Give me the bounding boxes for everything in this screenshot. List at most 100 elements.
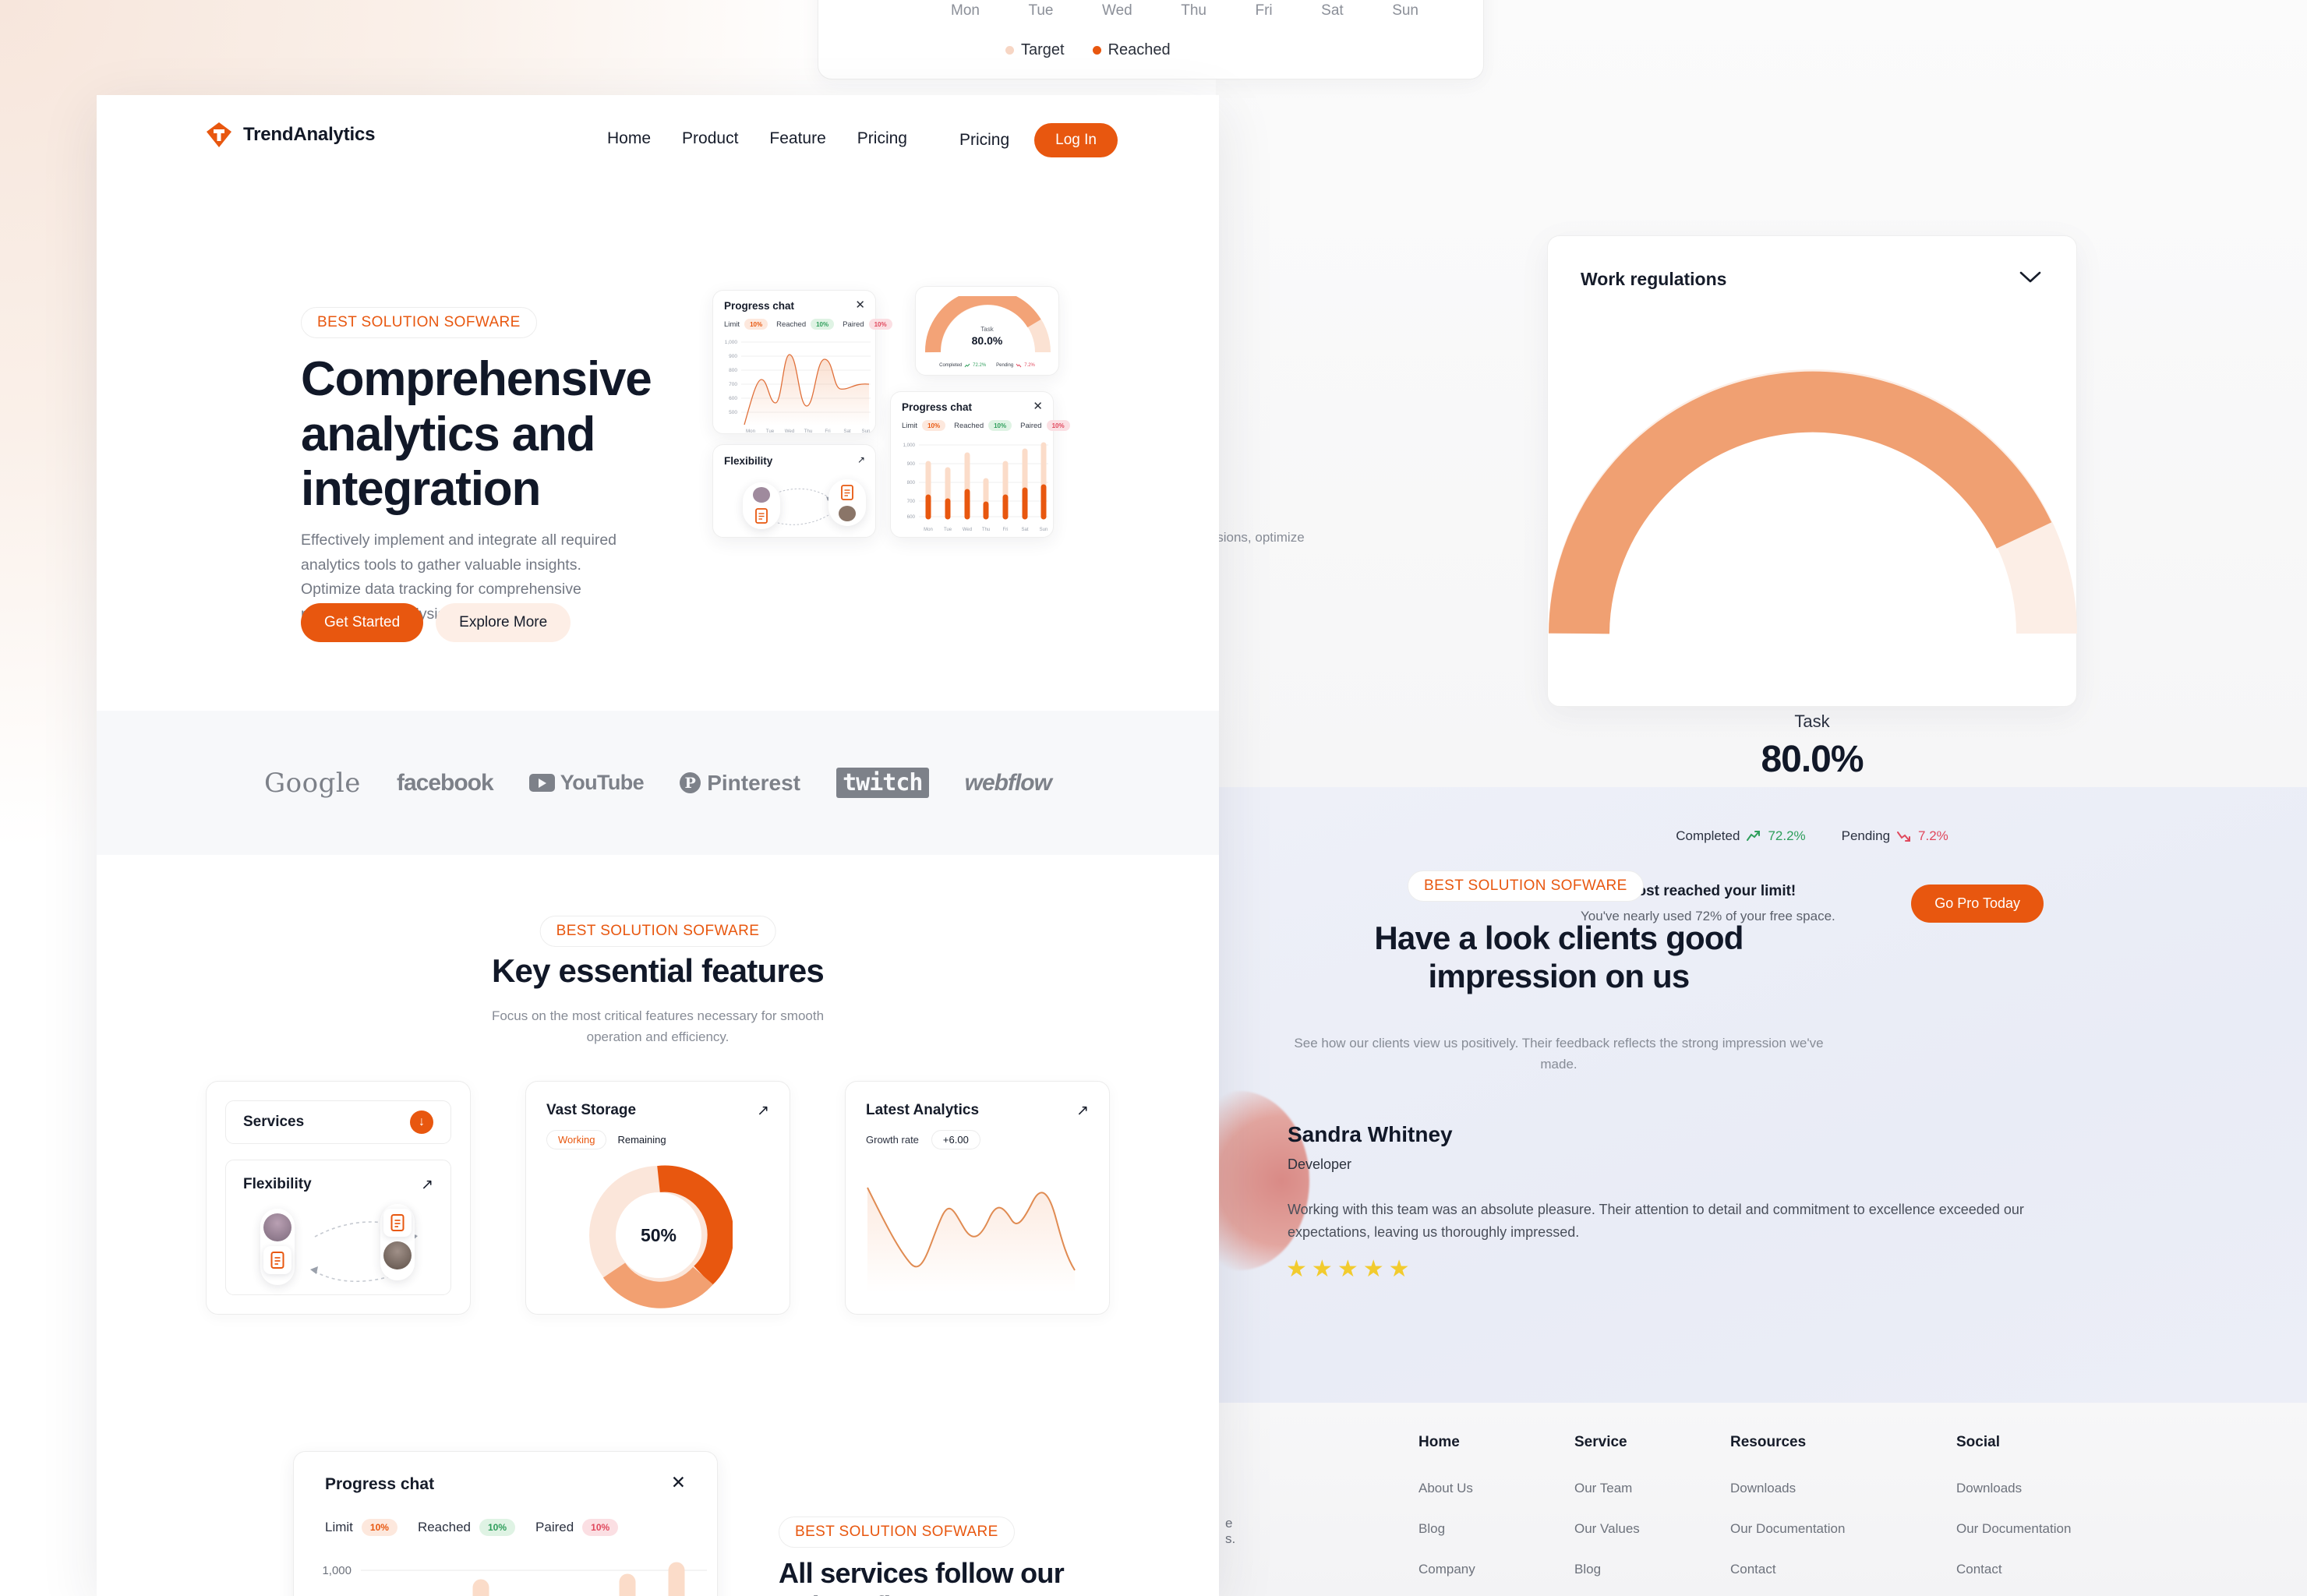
svg-text:500: 500 — [729, 410, 737, 415]
legend-label: Paired — [843, 320, 864, 329]
svg-text:Mon: Mon — [746, 429, 756, 434]
footer-link[interactable]: Contact — [1956, 1562, 2182, 1577]
close-icon[interactable]: ✕ — [855, 299, 865, 311]
segment-working[interactable]: Working — [546, 1130, 607, 1149]
footer-link[interactable]: Blog — [1574, 1562, 1730, 1577]
hero-bars-title: Progress chat — [902, 401, 973, 413]
progress-chat-legend: Limit 10% Reached 10% Paired 10% — [325, 1519, 619, 1536]
work-regulations-card: Work regulations Task 80.0% Completed 72… — [1547, 235, 2077, 923]
hero-flexibility-card: Flexibility ↗ — [712, 444, 876, 538]
legend-limit: Limit 10% — [325, 1519, 397, 1536]
progress-chat-title: Progress chat — [325, 1475, 435, 1493]
arrow-up-right-icon[interactable]: ↗ — [757, 1103, 769, 1118]
footer-link[interactable]: Our Documentation — [1956, 1521, 2182, 1537]
footer-column-social: Social Downloads Our Documentation Conta… — [1956, 1434, 2182, 1596]
legend-paired: Paired 10% — [535, 1519, 619, 1536]
top-card-legend: Target Reached — [1005, 41, 1171, 59]
top-partial-chart-card: Mon Tue Wed Thu Fri Sat Sun Target Reach… — [818, 0, 1484, 79]
footer-link[interactable]: Our Values — [1574, 1521, 1730, 1537]
stat-completed-label: Completed — [1676, 828, 1740, 843]
svg-text:Fri: Fri — [825, 429, 830, 434]
footer-link[interactable]: Our Documentation — [1730, 1521, 1956, 1537]
svg-text:Fri: Fri — [1003, 528, 1009, 532]
footer-link[interactable]: Downloads — [1956, 1481, 2182, 1496]
footer-link[interactable]: Downloads — [1730, 1481, 1956, 1496]
legend-label: Paired — [1020, 421, 1042, 430]
star-icon: ★ — [1286, 1256, 1307, 1282]
hero-flexibility-title: Flexibility — [724, 455, 773, 467]
nav-pricing-link[interactable]: Pricing — [959, 131, 1009, 150]
feature-card-storage: Vast Storage ↗ Working Remaining 50% — [525, 1081, 790, 1315]
arrow-up-right-icon[interactable]: ↗ — [421, 1178, 433, 1192]
hero-bars-card: Progress chat ✕ Limit 10% Reached 10% Pa… — [890, 391, 1070, 538]
footer-column-service: Service Our Team Our Values Blog — [1574, 1434, 1730, 1596]
twitch-label: twitch — [836, 768, 929, 798]
analytics-metric: Growth rate +6.00 — [866, 1130, 980, 1149]
login-button[interactable]: Log In — [1034, 123, 1118, 157]
legend-label: Reached — [954, 421, 984, 430]
nav-link-product[interactable]: Product — [682, 129, 738, 148]
arrow-down-icon[interactable]: ↓ — [410, 1110, 433, 1134]
pinterest-logo: P Pinterest — [680, 771, 800, 796]
work-regulations-gauge — [1549, 369, 2077, 634]
svg-text:Mon: Mon — [924, 528, 933, 532]
day-label: Wed — [1102, 2, 1132, 19]
hero-bar-chart: 1,000900800700600 Mon Tue Wed Thu Fri Sat S — [903, 442, 1048, 532]
legend-chip: 10% — [988, 420, 1012, 431]
go-pro-button[interactable]: Go Pro Today — [1911, 885, 2044, 923]
legend-dot-icon — [1092, 46, 1101, 55]
brand-logos-strip: Google facebook YouTube P Pinterest twit… — [97, 711, 1219, 855]
get-started-button[interactable]: Get Started — [301, 603, 424, 642]
services-row[interactable]: Services ↓ — [225, 1100, 451, 1144]
all-services-title: All services follow our unique flow — [779, 1557, 1065, 1596]
legend-limit: Limit 10% — [724, 319, 768, 330]
work-regulations-gauge-center: Task 80.0% — [1548, 711, 2076, 781]
legend-item-target: Target — [1005, 41, 1065, 59]
segment-remaining[interactable]: Remaining — [617, 1134, 666, 1146]
chevron-down-icon[interactable] — [2019, 270, 2042, 288]
nav-link-feature[interactable]: Feature — [769, 129, 825, 148]
hero-flex-right-stack — [828, 479, 866, 526]
arrow-up-right-icon[interactable]: ↗ — [1076, 1103, 1089, 1118]
testimonial-title: Have a look clients good impression on u… — [1374, 920, 1743, 994]
hero-gauge-center: Task 80.0% — [916, 326, 1058, 347]
analytics-title: Latest Analytics — [866, 1102, 980, 1118]
legend-paired: Paired 10% — [843, 319, 892, 330]
footer-heading: Social — [1956, 1434, 2000, 1450]
analytics-area-chart — [867, 1187, 1076, 1292]
flex-left-stack — [260, 1209, 295, 1285]
storage-title: Vast Storage — [546, 1102, 637, 1118]
storage-segments: Working Remaining — [546, 1130, 666, 1149]
main-page-card: TrendAnalytics Home Product Feature Pric… — [97, 95, 1219, 1596]
hero-buttons: Get Started Explore More — [301, 603, 571, 642]
footer-link[interactable]: Company — [1418, 1562, 1574, 1577]
nav-link-home[interactable]: Home — [607, 129, 651, 148]
star-icon: ★ — [1337, 1256, 1358, 1282]
trendanalytics-logo-icon — [206, 122, 232, 148]
hero-bars-legend: Limit 10% Reached 10% Paired 10% — [902, 420, 1070, 431]
brand-logo[interactable]: TrendAnalytics — [206, 122, 375, 148]
footer-link[interactable]: Our Team — [1574, 1481, 1730, 1496]
close-icon[interactable]: ✕ — [671, 1474, 686, 1492]
footer-link[interactable]: Contact — [1730, 1562, 1956, 1577]
legend-chip: 10% — [811, 319, 835, 330]
avatar — [753, 487, 770, 503]
svg-text:Tue: Tue — [766, 429, 775, 434]
stat-completed: Completed 72.2% — [1676, 828, 1805, 844]
hero-gauge-card: Task 80.0% Completed 72.2% Pending 7.2% — [915, 286, 1059, 376]
footer-link[interactable]: Blog — [1418, 1521, 1574, 1537]
gauge-task-label: Task — [1794, 711, 1830, 731]
explore-more-button[interactable]: Explore More — [436, 603, 571, 642]
testimonial-subtitle: See how our clients view us positively. … — [1294, 1036, 1824, 1072]
trend-up-icon — [1747, 831, 1761, 841]
close-icon[interactable]: ✕ — [1033, 401, 1043, 412]
svg-text:Tue: Tue — [944, 528, 952, 532]
pinterest-icon: P — [680, 772, 701, 793]
svg-text:900: 900 — [907, 461, 916, 467]
footer-link[interactable]: About Us — [1418, 1481, 1574, 1496]
testimonial-author-role: Developer — [1288, 1156, 1352, 1172]
footer-heading: Home — [1418, 1434, 1460, 1450]
arrow-up-right-icon[interactable]: ↗ — [857, 454, 865, 465]
nav-link-pricing[interactable]: Pricing — [857, 129, 907, 148]
day-label: Mon — [951, 2, 980, 19]
